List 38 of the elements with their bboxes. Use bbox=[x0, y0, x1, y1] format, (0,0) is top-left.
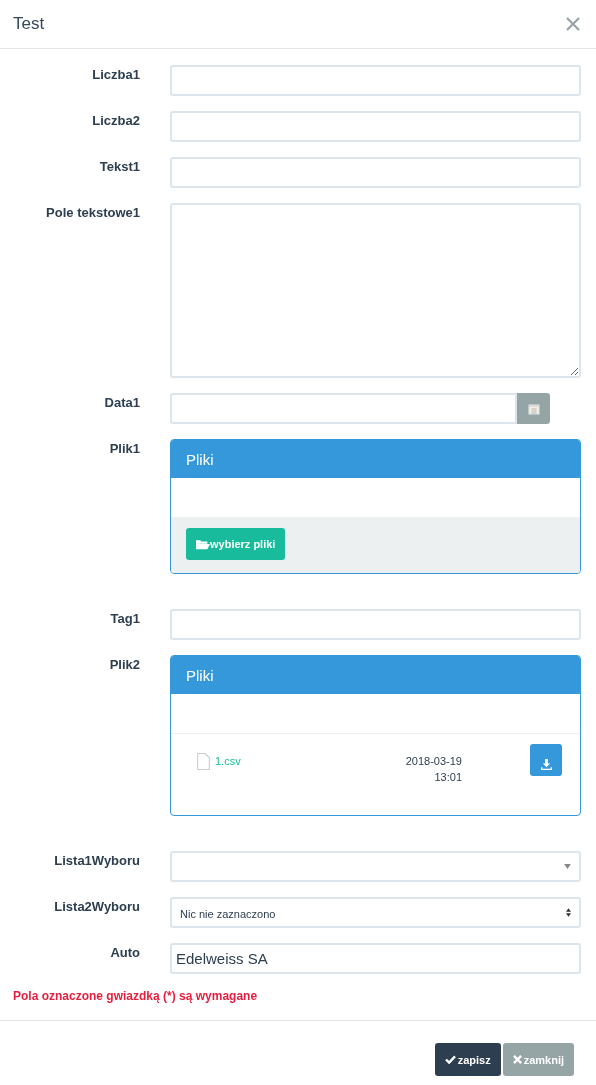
folder-icon bbox=[196, 538, 210, 550]
field-label: Data1 bbox=[103, 394, 140, 412]
input-field[interactable]: Edelweiss SA bbox=[170, 943, 581, 974]
field-label: Tag1 bbox=[109, 610, 140, 628]
field-label: Tekst1 bbox=[98, 158, 140, 176]
input-field[interactable] bbox=[170, 65, 581, 96]
field-label: Liczba2 bbox=[91, 112, 140, 130]
save-button[interactable]: zapisz bbox=[434, 1043, 501, 1076]
download-icon bbox=[540, 759, 552, 770]
field-label: Lista2Wyboru bbox=[53, 898, 140, 916]
checkmark-icon bbox=[444, 1055, 456, 1064]
input-field[interactable] bbox=[170, 609, 581, 640]
close-icon bbox=[512, 1055, 522, 1064]
field-label: Pole tekstowe1 bbox=[45, 204, 140, 222]
calendar-button[interactable] bbox=[517, 393, 550, 424]
field-label: Auto bbox=[109, 944, 140, 962]
select-field[interactable]: Nic nie zaznaczono bbox=[170, 897, 581, 928]
close-icon[interactable] bbox=[565, 16, 581, 32]
file-time: 13:01 bbox=[434, 770, 462, 785]
field-label: Plik2 bbox=[108, 656, 140, 674]
file-icon bbox=[197, 753, 210, 770]
text-area[interactable] bbox=[170, 203, 581, 378]
dropdown-arrow-icon bbox=[564, 864, 571, 869]
input-field[interactable] bbox=[170, 157, 581, 188]
input-field[interactable] bbox=[170, 111, 581, 142]
date-field[interactable] bbox=[170, 393, 517, 424]
download-button[interactable] bbox=[530, 744, 562, 776]
field-label: Lista1Wyboru bbox=[53, 852, 140, 870]
select-field[interactable] bbox=[170, 851, 581, 882]
required-note: Pola oznaczone gwiazdką (*) są wymagane bbox=[13, 989, 259, 1003]
panel-title: Pliki bbox=[186, 666, 214, 684]
sort-arrows-icon bbox=[566, 908, 571, 917]
field-label: Plik1 bbox=[108, 440, 140, 458]
field-label: Liczba1 bbox=[91, 66, 140, 84]
calendar-icon bbox=[527, 402, 540, 415]
dialog-title: Test bbox=[13, 14, 45, 34]
file-date: 2018-03-19 bbox=[405, 754, 462, 769]
panel-title: Pliki bbox=[186, 450, 214, 468]
